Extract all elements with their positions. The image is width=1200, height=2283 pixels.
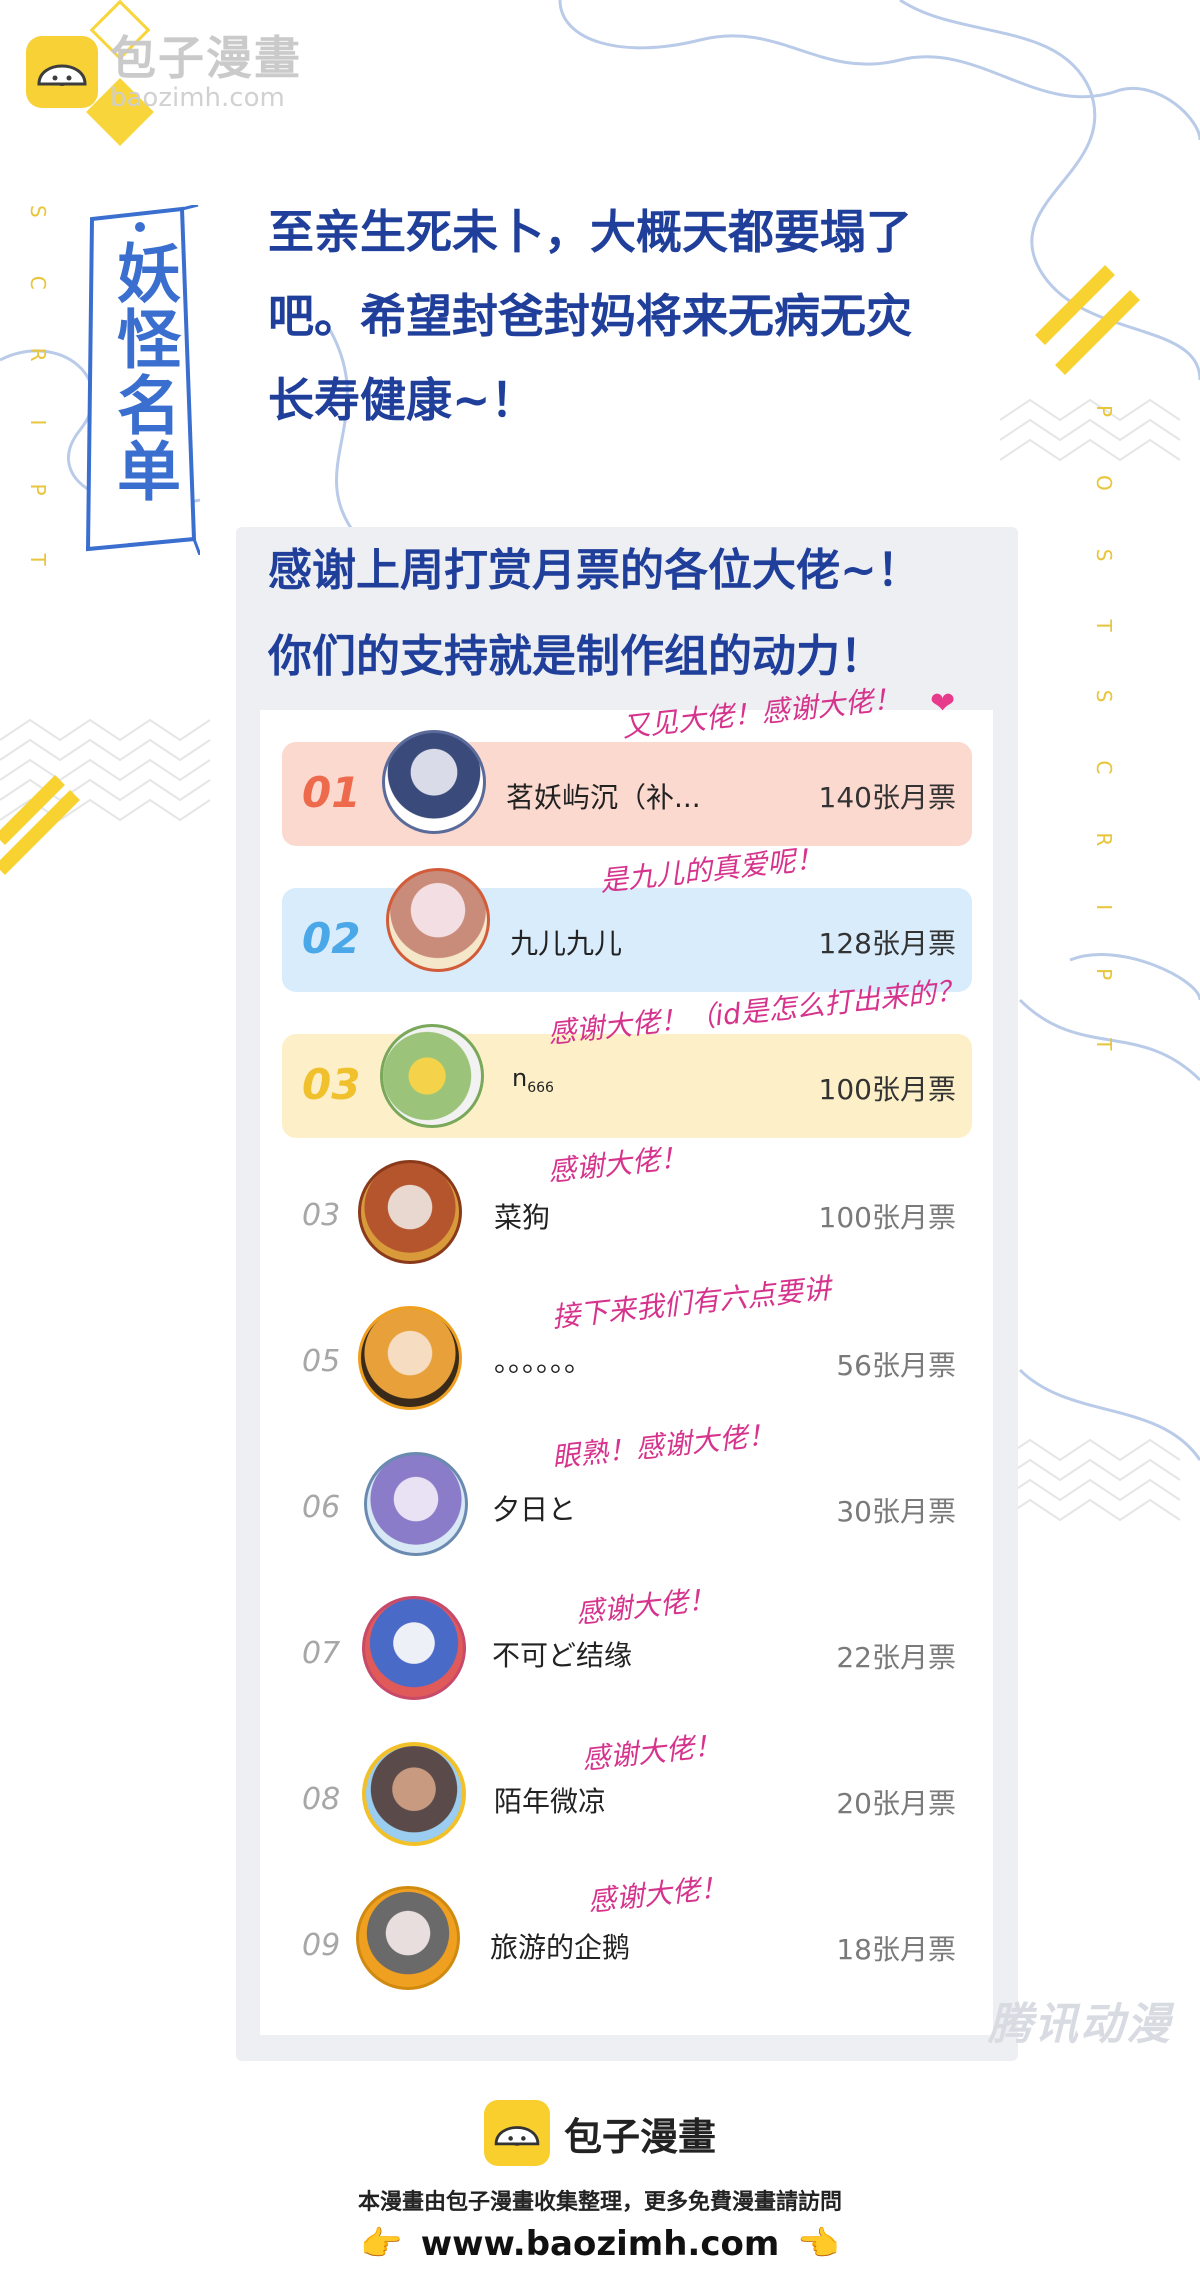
rank-number: 07	[302, 1636, 341, 1671]
user-name-sub: 666	[527, 1079, 554, 1096]
vote-count: 30张月票	[836, 1495, 956, 1528]
corner-watermark: 腾讯动漫	[988, 1999, 1172, 2050]
watermark-logo: 包子漫畫 baozimh.com	[26, 32, 302, 112]
vote-count: 128张月票	[818, 927, 956, 960]
user-name: 夕日と	[492, 1493, 577, 1526]
rank-number: 08	[302, 1782, 341, 1817]
user-name: 茗妖屿沉（补...	[506, 781, 701, 814]
vote-count: 100张月票	[818, 1073, 956, 1106]
avatar	[382, 730, 486, 834]
rank-number: 02	[302, 914, 361, 963]
side-word-right: POSTSCRIPT	[1092, 405, 1116, 1109]
watermark-url: baozimh.com	[110, 83, 285, 113]
footer-name: 包子漫畫	[563, 2114, 716, 2159]
side-title-text: 妖怪名单	[106, 240, 180, 504]
avatar	[364, 1452, 468, 1556]
vote-count: 56张月票	[836, 1349, 956, 1382]
leaderboard-row-1[interactable]: 01 茗妖屿沉（补... 140张月票	[282, 730, 972, 846]
user-name: 不可ど结缘	[492, 1639, 633, 1672]
user-name: 旅游的企鹅	[490, 1931, 631, 1964]
bun-icon	[26, 36, 98, 108]
rank-number: 03	[302, 1198, 340, 1233]
avatar	[362, 1742, 466, 1846]
rank-number: 03	[302, 1060, 361, 1109]
vote-count: 20张月票	[836, 1787, 956, 1820]
user-name: 陌年微凉	[494, 1785, 607, 1818]
avatar	[358, 1160, 462, 1264]
vote-count: 100张月票	[818, 1201, 956, 1234]
watermark-name: 包子漫畫	[110, 31, 302, 85]
avatar	[362, 1596, 466, 1700]
rank-number: 05	[302, 1344, 341, 1379]
heart-icon: ❤	[930, 686, 956, 721]
user-name-main: n	[512, 1064, 528, 1092]
vote-count: 22张月票	[836, 1641, 956, 1674]
vote-count: 140张月票	[818, 781, 956, 814]
rank-number: 06	[302, 1490, 341, 1525]
thanks-text: 感谢上周打赏月票的各位大佬~！ 你们的支持就是制作组的动力！	[268, 528, 921, 700]
rank-number: 01	[302, 768, 361, 817]
intro-text: 至亲生死未卜，大概天都要塌了 吧。希望封爸封妈将来无病无灾 长寿健康~！	[268, 190, 988, 442]
side-word-left: SCRIPT	[26, 205, 50, 624]
rank-number: 09	[302, 1928, 341, 1963]
footer-url[interactable]: www.baozimh.com	[421, 2224, 780, 2264]
bun-icon	[483, 2100, 550, 2166]
rank-number-text: 03	[302, 1198, 341, 1233]
avatar	[380, 1024, 484, 1128]
intro-line: 至亲生死未卜，大概天都要塌了	[268, 205, 912, 259]
footer-notice: 本漫畫由包子漫畫收集整理，更多免費漫畫請訪問	[357, 2190, 842, 2215]
user-name: 九儿九儿	[510, 927, 623, 960]
leaderboard-row-3[interactable]: 03 n666 100张月票	[282, 1024, 972, 1138]
user-name: 。。。。。。	[494, 1345, 593, 1378]
vote-count: 18张月票	[836, 1933, 956, 1966]
footer-url-row: 👉 www.baozimh.com 👈	[360, 2224, 839, 2264]
user-name: 菜狗	[494, 1201, 551, 1234]
leaderboard-row-2[interactable]: 02 九儿九儿 128张月票	[282, 868, 972, 992]
leaderboard-row-6[interactable]: 06 夕日と 30张月票	[282, 1452, 972, 1560]
avatar	[356, 1886, 460, 1990]
pointing-hand-icon: 👈	[797, 2224, 840, 2264]
intro-line: 吧。希望封爸封妈将来无病无灾	[268, 289, 912, 343]
avatar	[386, 868, 490, 972]
intro-line: 长寿健康~！	[268, 373, 537, 427]
footer-logo: 包子漫畫	[483, 2100, 716, 2166]
thanks-line: 感谢上周打赏月票的各位大佬~！	[268, 545, 921, 596]
user-name: n666	[512, 1064, 554, 1096]
pointing-hand-icon: 👉	[360, 2224, 403, 2264]
footer: 包子漫畫 本漫畫由包子漫畫收集整理，更多免費漫畫請訪問 👉 www.baozim…	[0, 2100, 1200, 2264]
avatar	[358, 1306, 462, 1410]
